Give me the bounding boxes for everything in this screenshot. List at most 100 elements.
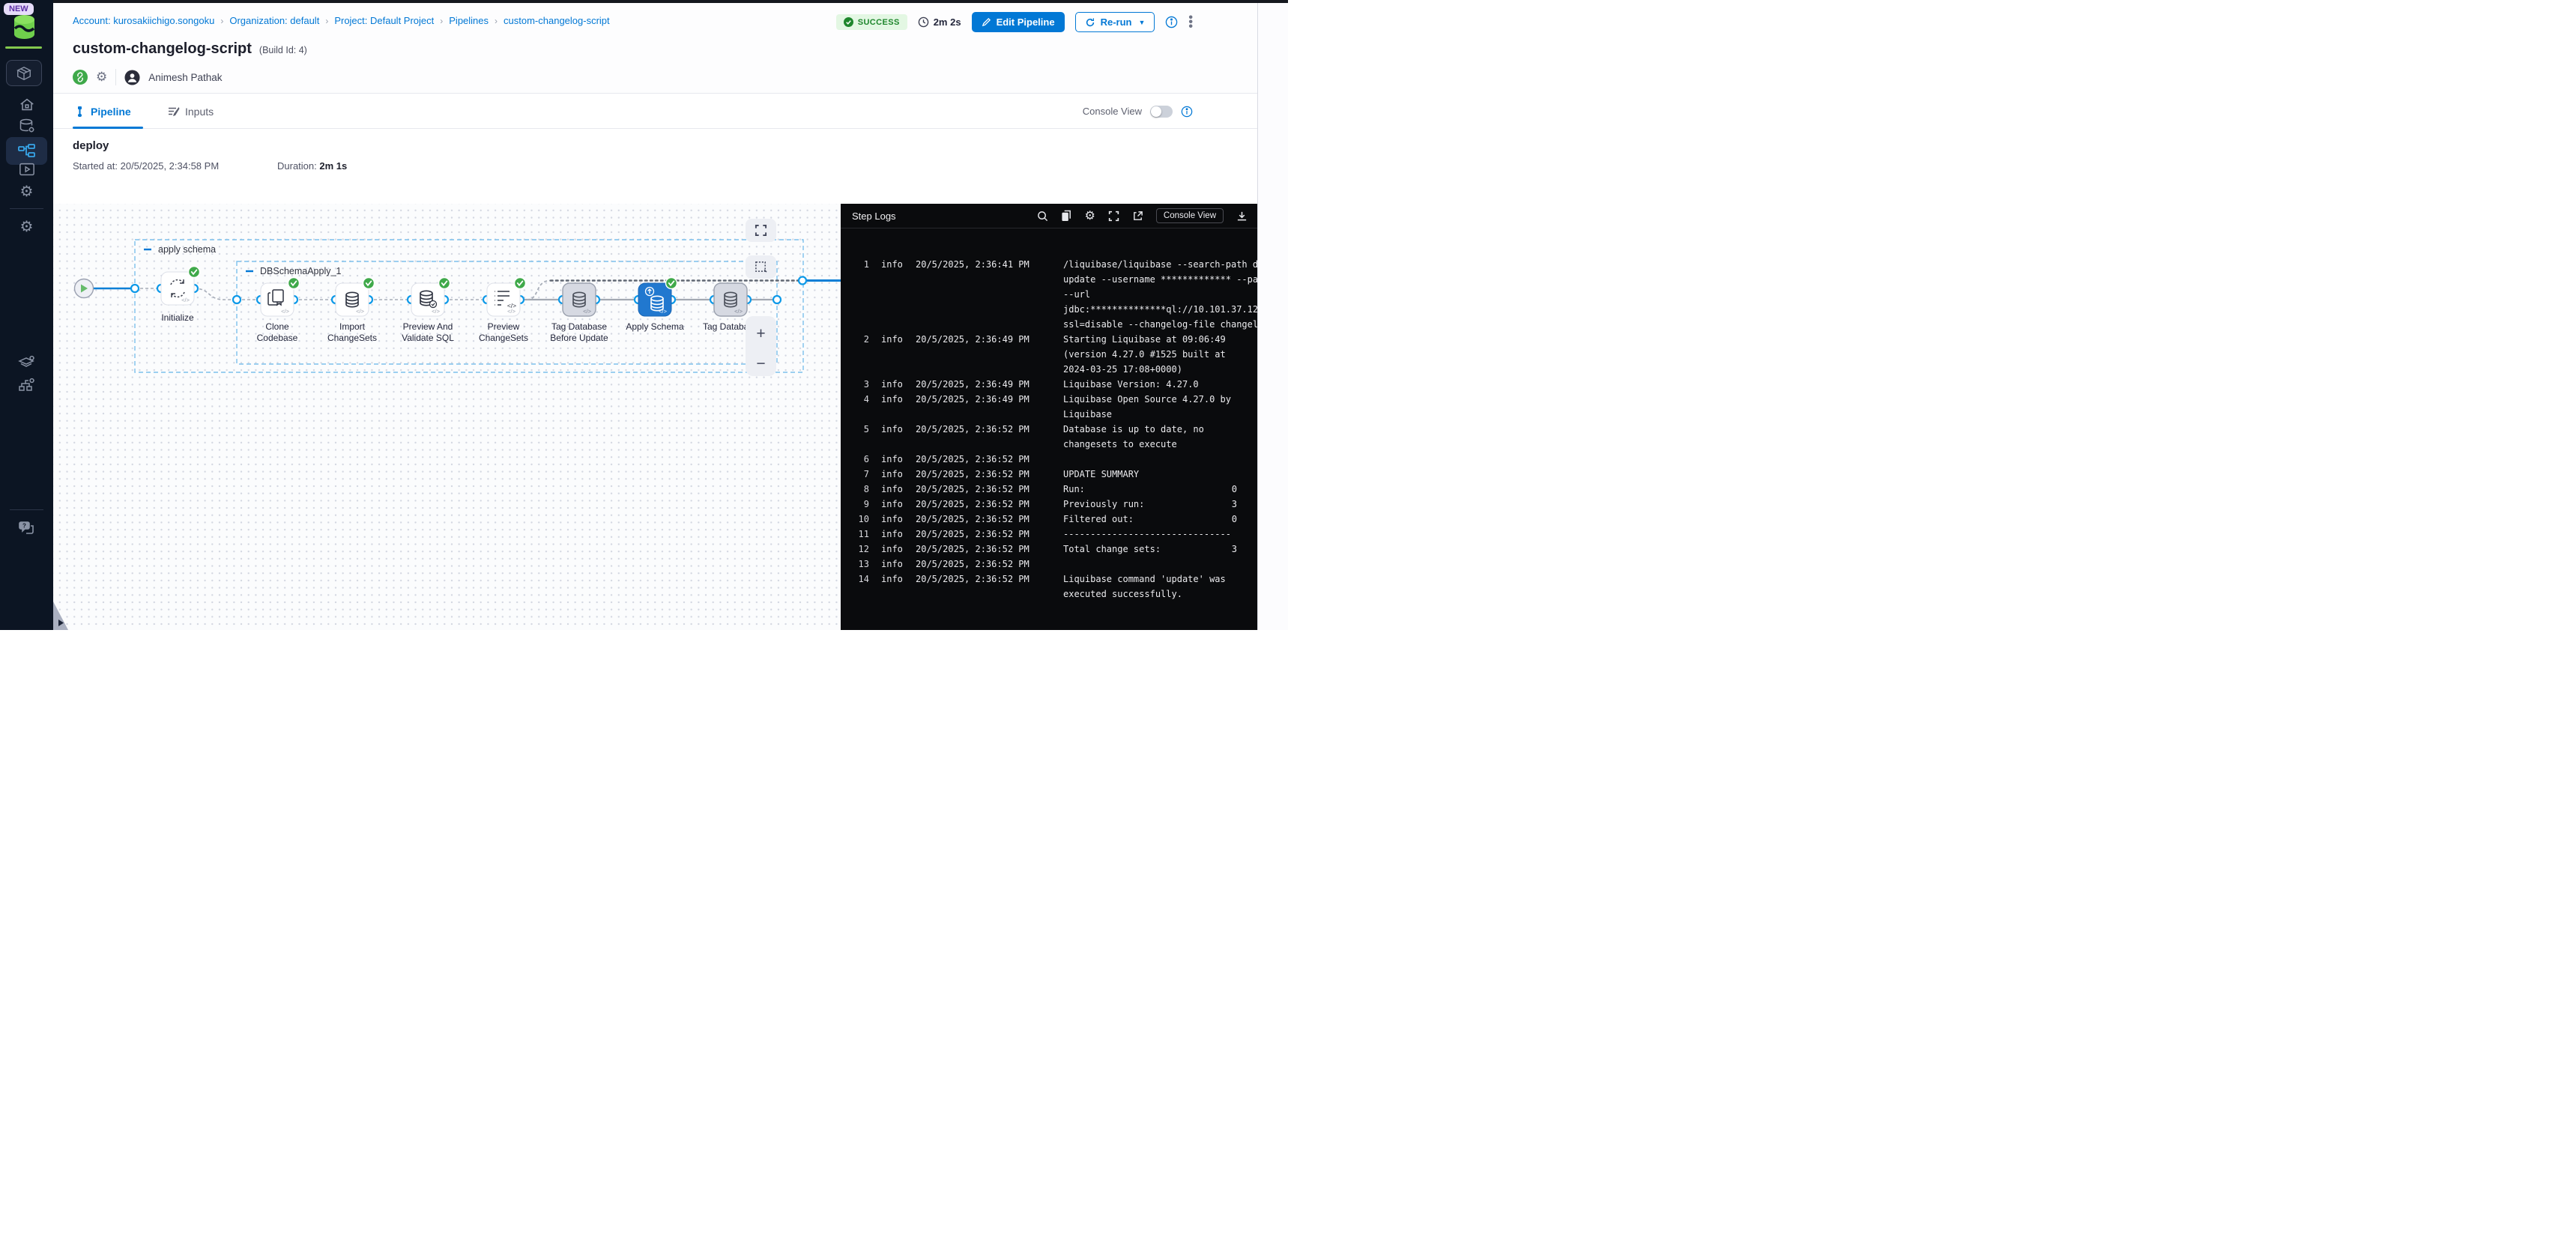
breadcrumb-link[interactable]: custom-changelog-script (504, 15, 610, 26)
step-label: Tag Database (551, 321, 607, 332)
module-indicator-line (5, 46, 42, 49)
svg-text:?: ? (22, 523, 26, 530)
log-level: info (869, 497, 916, 512)
step-node-preview-validate-sql[interactable]: </> Preview And Validate SQL (402, 278, 454, 344)
log-timestamp: 20/5/2025, 2:36:49 PM (916, 332, 1063, 377)
home-icon (19, 97, 35, 113)
sidebar-item-home[interactable] (0, 96, 53, 114)
duration-label: Duration: (277, 160, 317, 172)
log-message: Liquibase Open Source 4.27.0 byLiquibase (1063, 392, 1257, 422)
sidebar-item-settings[interactable]: ⚙ (0, 182, 53, 200)
sidebar-item-account-settings[interactable]: ⚙ (0, 217, 53, 235)
step-label: Preview (488, 321, 520, 332)
log-timestamp: 20/5/2025, 2:36:52 PM (916, 512, 1063, 527)
sidebar-item-help[interactable]: ? (0, 518, 53, 538)
left-panel-expand-handle[interactable] (53, 602, 68, 630)
fullscreen-icon[interactable] (1108, 210, 1119, 222)
rerun-button[interactable]: Re-run ▼ (1075, 12, 1155, 32)
step-logs-header: Step Logs ⚙ Console View (841, 204, 1257, 228)
log-timestamp: 20/5/2025, 2:36:52 PM (916, 467, 1063, 482)
edge-bypass-arc (527, 281, 551, 300)
breadcrumb-link[interactable]: Project: Default Project (334, 15, 434, 26)
log-entry: 11info20/5/2025, 2:36:52 PM-------------… (851, 527, 1257, 542)
log-level: info (869, 572, 916, 602)
step-node-initialize[interactable]: </> Initialize (161, 267, 200, 324)
log-level: info (869, 542, 916, 557)
log-level: info (869, 422, 916, 452)
code-icon: </> (507, 308, 515, 315)
log-line-number: 7 (851, 467, 869, 482)
step-label: Validate SQL (402, 333, 454, 343)
sidebar-item-databases[interactable] (0, 116, 53, 136)
gear-icon[interactable]: ⚙ (96, 70, 107, 85)
breadcrumb-link[interactable]: Pipelines (449, 15, 489, 26)
step-logs-title: Step Logs (852, 210, 896, 222)
log-entry: 6info20/5/2025, 2:36:52 PM (851, 452, 1257, 467)
log-entry: 1info20/5/2025, 2:36:41 PM/liquibase/liq… (851, 257, 1257, 332)
tab-pipeline[interactable]: Pipeline (74, 94, 131, 129)
log-message: Filtered out:0 (1063, 512, 1257, 527)
breadcrumb-link[interactable]: Organization: default (229, 15, 319, 26)
download-icon[interactable] (1236, 210, 1248, 222)
console-view-button[interactable]: Console View (1156, 208, 1224, 223)
breadcrumb-separator: › (220, 16, 223, 26)
code-icon: </> (281, 308, 289, 315)
step-node-apply-schema[interactable]: </> Apply Schema (626, 278, 684, 333)
cube-icon (16, 65, 32, 82)
tab-inputs[interactable]: Inputs (168, 94, 214, 129)
step-group-label: DBSchemaApply_1 (260, 266, 341, 276)
step-node-preview-changesets[interactable]: </> </> Preview ChangeSets (479, 278, 528, 344)
sidebar-item-executions[interactable] (0, 160, 53, 178)
log-timestamp: 20/5/2025, 2:36:52 PM (916, 557, 1063, 572)
harness-dbops-logo[interactable] (12, 14, 37, 43)
open-external-icon[interactable] (1132, 210, 1143, 222)
log-timestamp: 20/5/2025, 2:36:52 PM (916, 482, 1063, 497)
info-icon[interactable] (1181, 106, 1193, 118)
sidebar-item-infrastructure[interactable] (0, 375, 53, 395)
log-level: info (869, 452, 916, 467)
log-level: info (869, 257, 916, 332)
marquee-select-button[interactable] (746, 255, 776, 279)
log-entry: 7info20/5/2025, 2:36:52 PMUPDATE SUMMARY (851, 467, 1257, 482)
zoom-in-button[interactable]: + (756, 325, 765, 343)
edit-pipeline-button[interactable]: Edit Pipeline (972, 12, 1065, 32)
log-entry: 8info20/5/2025, 2:36:52 PMRun:0 (851, 482, 1257, 497)
search-icon[interactable] (1037, 210, 1048, 222)
log-level: info (869, 482, 916, 497)
pencil-icon (982, 17, 991, 27)
log-level: info (869, 332, 916, 377)
copy-icon[interactable] (1061, 210, 1072, 222)
zoom-out-button[interactable]: − (756, 361, 765, 367)
log-entry: 3info20/5/2025, 2:36:49 PMLiquibase Vers… (851, 377, 1257, 392)
author-name: Animesh Pathak (148, 72, 222, 83)
page-scrollbar-gutter[interactable] (1257, 0, 1288, 630)
step-node-import-changesets[interactable]: </> Import ChangeSets (327, 278, 377, 344)
console-view-control: Console View (1083, 94, 1193, 129)
success-badge (189, 267, 200, 278)
breadcrumb-link[interactable]: Account: kurosakiichigo.songoku (73, 15, 214, 26)
group-apply-schema[interactable]: apply schema (135, 240, 803, 372)
start-node[interactable] (75, 279, 94, 298)
info-icon[interactable] (1165, 16, 1178, 28)
expand-view-button[interactable] (746, 219, 776, 242)
log-settings-gear-icon[interactable]: ⚙ (1085, 210, 1095, 222)
log-message: /liquibase/liquibase --search-path dbupd… (1063, 257, 1257, 332)
log-entry: 12info20/5/2025, 2:36:52 PMTotal change … (851, 542, 1257, 557)
step-node-clone-codebase[interactable]: </> Clone Codebase (257, 278, 300, 344)
started-at-value: 20/5/2025, 2:34:58 PM (121, 160, 220, 172)
step-label: Codebase (257, 333, 298, 343)
log-output[interactable]: 1info20/5/2025, 2:36:41 PM/liquibase/liq… (841, 228, 1257, 630)
more-options-menu[interactable]: ••• (1188, 16, 1193, 29)
page-title: custom-changelog-script (73, 40, 252, 58)
log-entry: 4info20/5/2025, 2:36:49 PMLiquibase Open… (851, 392, 1257, 422)
log-timestamp: 20/5/2025, 2:36:49 PM (916, 392, 1063, 422)
executions-icon (19, 162, 35, 177)
sidebar-item-environments[interactable] (0, 353, 53, 372)
log-timestamp: 20/5/2025, 2:36:52 PM (916, 542, 1063, 557)
chevron-down-icon: ▼ (1138, 19, 1145, 26)
step-node-tag-database-before-update[interactable]: </> Tag Database Before Update (550, 283, 608, 343)
pipeline-canvas[interactable]: apply schema DBSchemaApply_1 (53, 204, 841, 630)
module-selector-button[interactable] (6, 60, 42, 86)
console-view-toggle[interactable] (1150, 106, 1173, 118)
code-icon: </> (734, 308, 743, 315)
